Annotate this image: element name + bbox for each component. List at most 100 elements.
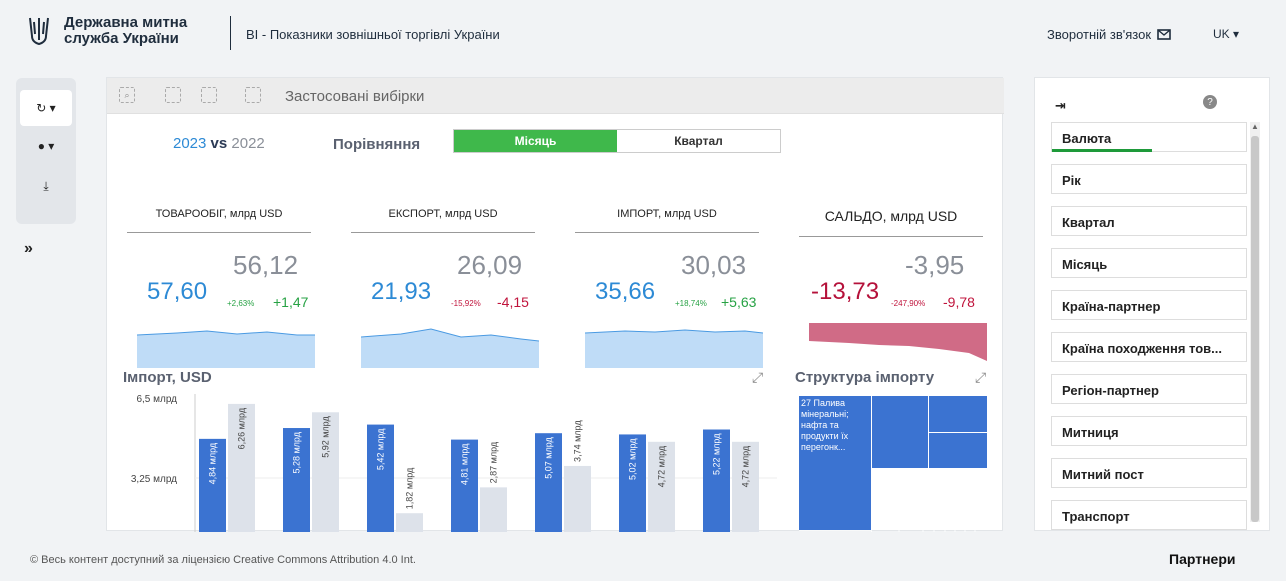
filter-label: Митний пост <box>1062 467 1144 482</box>
filter-item[interactable]: Валюта <box>1051 122 1247 152</box>
step-back-icon[interactable] <box>165 87 181 103</box>
filter-item[interactable]: Митний пост <box>1051 458 1247 488</box>
filter-item[interactable]: Регіон-партнер <box>1051 374 1247 404</box>
year-previous: 2022 <box>231 135 265 152</box>
filter-item[interactable]: Країна-партнер <box>1051 290 1247 320</box>
year-current: 2023 <box>173 135 207 152</box>
collapse-panel-icon[interactable]: ⇥ <box>1055 98 1066 114</box>
kpi-current: 35,66 <box>595 278 656 305</box>
kpi-title: ІМПОРТ, млрд USD <box>575 208 759 233</box>
kpi-sparkline <box>809 323 987 361</box>
user-menu-button[interactable]: ● ▾ <box>16 128 76 164</box>
footer: © Весь контент доступний за ліцензією Cr… <box>0 540 1286 581</box>
y-tick-label: 3,25 млрд <box>131 474 177 485</box>
language-label: UK <box>1213 27 1230 41</box>
treemap-cell-label: 27 Палива мінеральні; нафта та продукти … <box>801 398 849 452</box>
filter-progress-bar <box>1052 149 1152 152</box>
expand-sidebar-icon[interactable]: » <box>24 240 33 258</box>
scroll-thumb[interactable] <box>1251 136 1259 522</box>
kpi-percent: -15,92% <box>451 299 481 308</box>
filter-label: Місяць <box>1062 257 1108 272</box>
kpi-sparkline <box>361 328 539 368</box>
filter-item[interactable]: Рік <box>1051 164 1247 194</box>
year-comparison: 2023 vs 2022 <box>173 135 265 152</box>
bar-value-label: 2,87 млрд <box>489 441 499 483</box>
bar-value-label: 5,42 млрд <box>376 428 386 470</box>
selections-bar: ⌕ Застосовані вибірки <box>107 78 1004 114</box>
bar-2022[interactable] <box>564 465 591 532</box>
smart-search-icon[interactable]: ⌕ <box>119 87 135 103</box>
chevron-down-icon: ▾ <box>1233 27 1240 41</box>
filter-label: Валюта <box>1062 131 1112 146</box>
bar-value-label: 4,84 млрд <box>208 442 218 484</box>
kpi-previous: 26,09 <box>457 250 523 280</box>
filter-item[interactable]: Митниця <box>1051 416 1247 446</box>
kpi-percent: +18,74% <box>675 299 707 308</box>
kpi-delta: -9,78 <box>943 294 975 310</box>
scroll-up-icon[interactable]: ▲ <box>1250 122 1260 134</box>
kpi-title: ТОВАРООБІГ, млрд USD <box>127 208 311 233</box>
vs-label: vs <box>210 135 228 152</box>
refresh-icon: ↻ <box>36 101 47 115</box>
bar-value-label: 5,92 млрд <box>321 416 331 458</box>
kpi-previous: -3,95 <box>905 250 965 280</box>
treemap-cell[interactable] <box>929 433 987 468</box>
bar-value-label: 5,28 млрд <box>292 431 302 473</box>
kpi-delta: -4,15 <box>497 294 529 310</box>
trident-logo-icon <box>29 17 49 46</box>
kpi-previous: 30,03 <box>681 250 747 280</box>
filter-label: Країна-партнер <box>1062 299 1161 314</box>
filter-item[interactable]: Місяць <box>1051 248 1247 278</box>
app-title: BI - Показники зовнішньої торгівлі Украї… <box>246 27 500 42</box>
toggle-quarter[interactable]: Квартал <box>617 130 780 152</box>
bar-2022[interactable] <box>396 513 423 532</box>
period-toggle: Місяць Квартал <box>453 129 781 153</box>
org-name: Державна митна служба України <box>64 14 188 47</box>
kpi-balance: САЛЬДО, млрд USD -13,73 -3,95 -247,90% -… <box>799 198 999 368</box>
top-header: Державна митна служба України BI - Показ… <box>0 0 1286 66</box>
kpi-export: ЕКСПОРТ, млрд USD 21,93 26,09 -15,92% -4… <box>351 198 551 368</box>
kpi-sparkline <box>585 329 763 368</box>
kpi-delta: +5,63 <box>721 294 757 310</box>
kpi-title: САЛЬДО, млрд USD <box>799 208 983 237</box>
kpi-import: ІМПОРТ, млрд USD 35,66 30,03 +18,74% +5,… <box>575 198 775 368</box>
expand-chart-icon[interactable]: ⤢ <box>752 369 763 386</box>
bar-value-label: 5,07 млрд <box>544 436 554 478</box>
bar-value-label: 3,74 млрд <box>573 420 583 462</box>
filter-item[interactable]: Країна походження тов... <box>1051 332 1247 362</box>
bar-value-label: 1,82 млрд <box>405 467 415 509</box>
language-selector[interactable]: UK ▾ <box>1213 27 1239 41</box>
refresh-menu-button[interactable]: ↻ ▾ <box>20 90 72 126</box>
kpi-percent: +2,63% <box>227 299 255 308</box>
bar-value-label: 4,81 млрд <box>460 443 470 485</box>
filter-label: Регіон-партнер <box>1062 383 1159 398</box>
import-structure-treemap: 27 Палива мінеральні; нафта та продукти … <box>799 396 987 532</box>
selections-label: Застосовані вибірки <box>285 88 425 105</box>
kpi-percent: -247,90% <box>891 299 926 308</box>
treemap-cell[interactable] <box>872 396 928 468</box>
filter-scrollbar[interactable]: ▲ <box>1250 122 1260 522</box>
header-divider <box>230 16 231 50</box>
step-forward-icon[interactable] <box>201 87 217 103</box>
download-button[interactable]: ⤓ <box>16 168 76 204</box>
help-icon[interactable]: ? <box>1203 95 1217 109</box>
filter-label: Митниця <box>1062 425 1119 440</box>
kpi-title: ЕКСПОРТ, млрд USD <box>351 208 535 233</box>
clear-selections-icon[interactable] <box>245 87 261 103</box>
treemap-cell[interactable] <box>929 396 987 432</box>
filter-label: Квартал <box>1062 215 1115 230</box>
filter-panel: ⇥ ▲ Валюта Рік Квартал Місяць Країна-партнер… <box>1034 77 1270 531</box>
kpi-trade-turnover: ТОВАРООБІГ, млрд USD 57,60 56,12 +2,63% … <box>127 198 327 368</box>
left-toolbar: ↻ ▾ ● ▾ ⤓ <box>16 78 76 224</box>
import-chart-title: Імпорт, USD <box>123 369 212 386</box>
filter-item[interactable]: Транспорт <box>1051 500 1247 530</box>
bar-2022[interactable] <box>480 487 507 532</box>
bar-value-label: 5,02 млрд <box>628 438 638 480</box>
filter-label: Транспорт <box>1062 509 1130 524</box>
partners-link[interactable]: Партнери <box>1169 551 1235 567</box>
user-icon: ● <box>37 139 45 153</box>
feedback-link[interactable]: Зворотній зв'язок <box>1047 27 1171 42</box>
expand-treemap-icon[interactable]: ⤢ <box>975 369 986 386</box>
toggle-month[interactable]: Місяць <box>454 130 617 152</box>
filter-item[interactable]: Квартал <box>1051 206 1247 236</box>
